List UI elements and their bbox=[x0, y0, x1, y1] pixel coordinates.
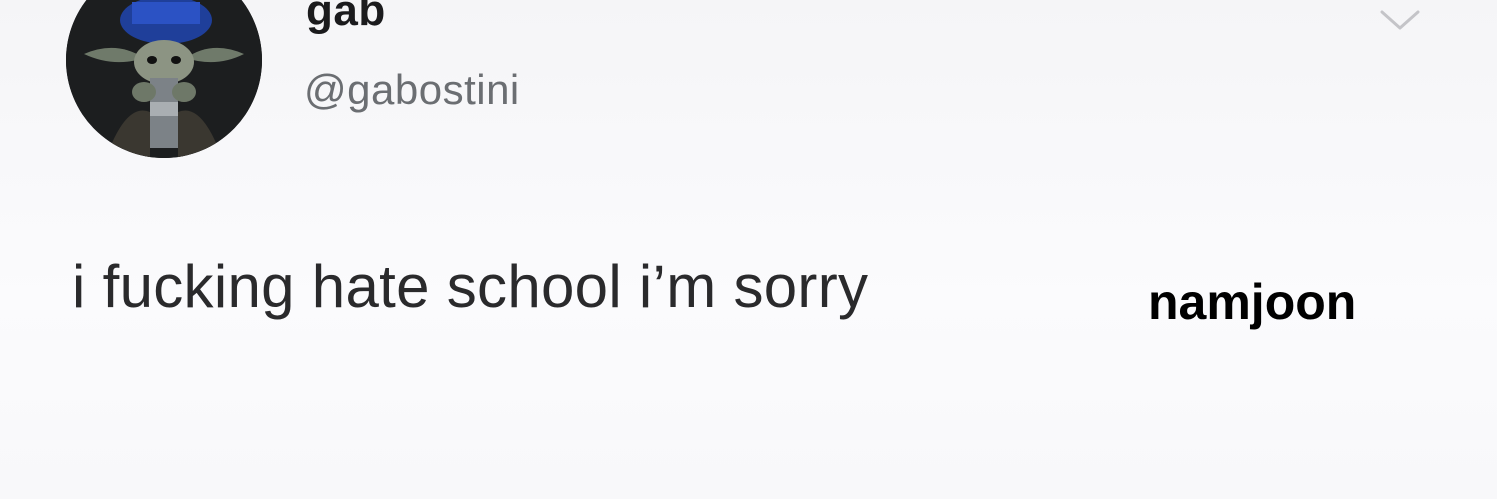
tweet-card: gab @gabostini i fucking hate school i’m… bbox=[0, 0, 1497, 499]
avatar-image bbox=[66, 0, 262, 158]
user-handle[interactable]: @gabostini bbox=[304, 66, 520, 114]
tweet-text: i fucking hate school i’m sorry bbox=[72, 253, 869, 320]
caption-text: namjoon bbox=[1148, 274, 1357, 330]
chevron-down-icon[interactable] bbox=[1378, 8, 1422, 32]
display-name[interactable]: gab bbox=[306, 0, 386, 36]
avatar[interactable] bbox=[66, 0, 262, 158]
